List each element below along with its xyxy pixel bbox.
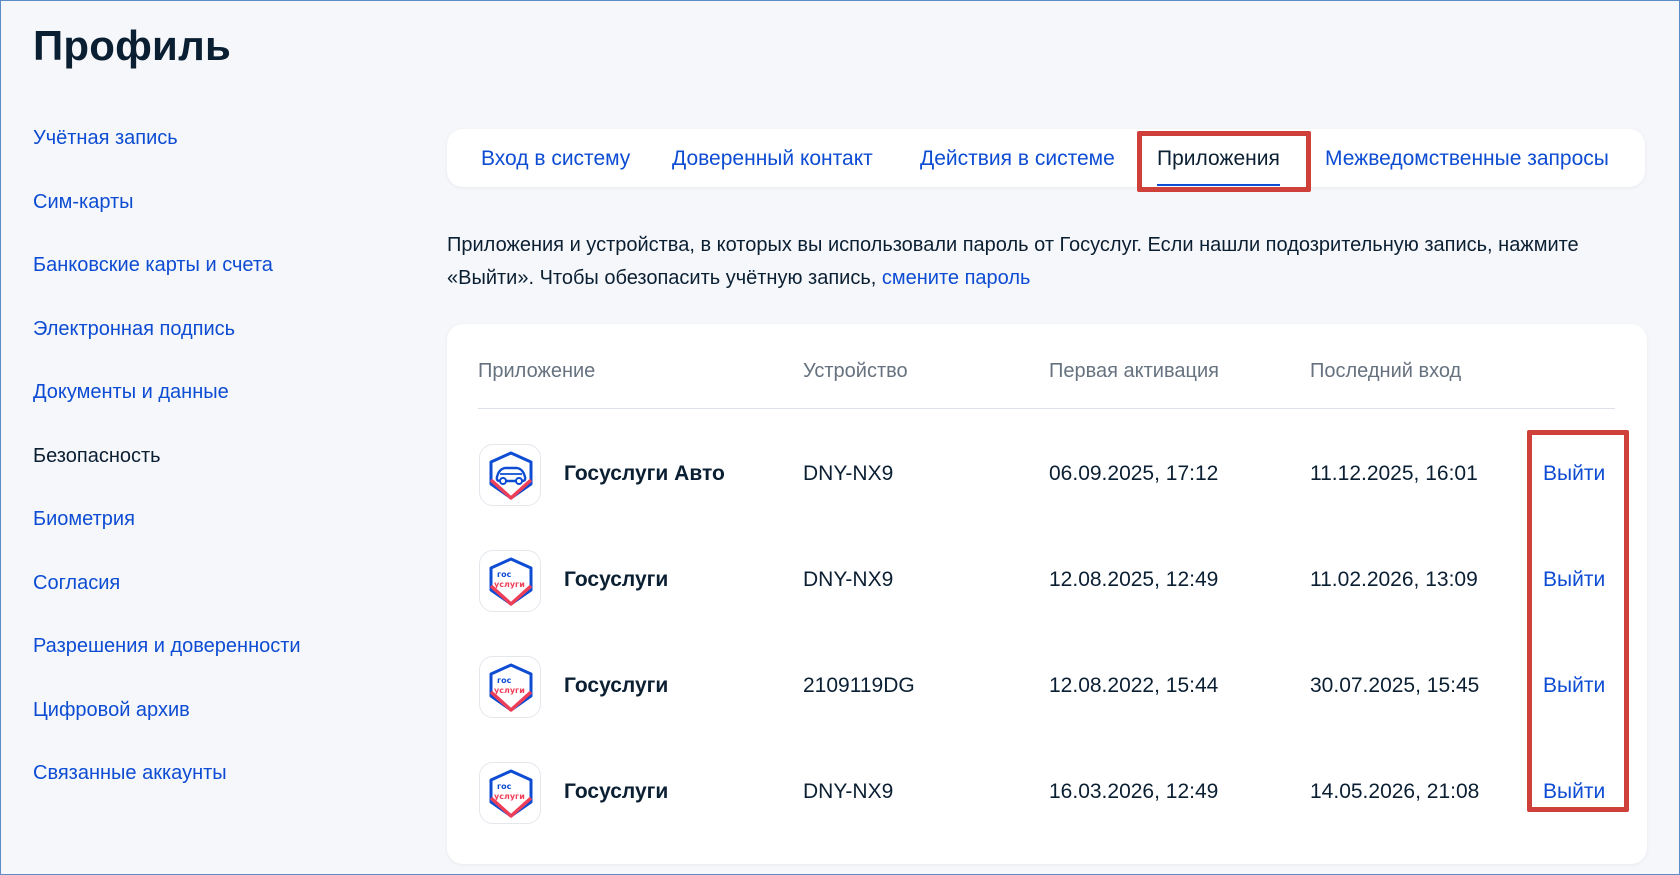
first-activation: 06.09.2025, 17:12 bbox=[1049, 462, 1219, 485]
table-row: гос услуги Госуслуги DNY-NX9 12.08.2025,… bbox=[447, 528, 1647, 634]
last-login: 11.12.2025, 16:01 bbox=[1310, 462, 1478, 485]
tab-system-actions[interactable]: Действия в системе bbox=[920, 129, 1115, 187]
last-login: 14.05.2026, 21:08 bbox=[1310, 780, 1480, 803]
app-name: Госуслуги bbox=[564, 780, 669, 803]
sidebar-item-bank-cards[interactable]: Банковские карты и счета bbox=[33, 255, 393, 319]
table-row: Госуслуги Авто DNY-NX9 06.09.2025, 17:12… bbox=[447, 422, 1647, 528]
table-row: гос услуги Госуслуги 2109119DG 12.08.202… bbox=[447, 634, 1647, 740]
description: Приложения и устройства, в которых вы ис… bbox=[447, 229, 1647, 295]
gos-icon-text-top: гос bbox=[497, 676, 512, 685]
device-name: DNY-NX9 bbox=[803, 780, 894, 803]
gosuslugi-icon: гос услуги bbox=[479, 550, 541, 612]
gosuslugi-icon: гос услуги bbox=[479, 762, 541, 824]
page-title: Профиль bbox=[33, 22, 231, 69]
gos-icon-text-bottom: услуги bbox=[494, 686, 525, 695]
tab-trusted-contact[interactable]: Доверенный контакт bbox=[672, 129, 873, 187]
sidebar-item-security[interactable]: Безопасность bbox=[33, 446, 393, 510]
app-name: Госуслуги bbox=[564, 674, 669, 697]
sidebar-item-consents[interactable]: Согласия bbox=[33, 573, 393, 637]
gos-icon-text-bottom: услуги bbox=[494, 580, 525, 589]
logout-highlight-frame bbox=[1527, 430, 1629, 812]
table-row: гос услуги Госуслуги DNY-NX9 16.03.2026,… bbox=[447, 740, 1647, 846]
device-name: 2109119DG bbox=[803, 674, 915, 697]
sidebar-item-biometrics[interactable]: Биометрия bbox=[33, 509, 393, 573]
device-name: DNY-NX9 bbox=[803, 462, 894, 485]
column-header-device: Устройство bbox=[803, 360, 908, 382]
column-header-app: Приложение bbox=[478, 360, 596, 382]
gos-icon-text-top: гос bbox=[497, 782, 512, 791]
sidebar-item-documents[interactable]: Документы и данные bbox=[33, 382, 393, 446]
app-name: Госуслуги Авто bbox=[564, 462, 725, 485]
first-activation: 12.08.2022, 15:44 bbox=[1049, 674, 1219, 697]
device-name: DNY-NX9 bbox=[803, 568, 894, 591]
tab-highlight-frame bbox=[1137, 131, 1311, 192]
last-login: 30.07.2025, 15:45 bbox=[1310, 674, 1480, 697]
tab-interagency-requests[interactable]: Межведомственные запросы bbox=[1325, 129, 1609, 187]
sidebar: Учётная запись Сим-карты Банковские карт… bbox=[33, 128, 393, 827]
gos-icon-text-top: гос bbox=[497, 570, 512, 579]
last-login: 11.02.2026, 13:09 bbox=[1310, 568, 1478, 591]
first-activation: 16.03.2026, 12:49 bbox=[1049, 780, 1219, 803]
first-activation: 12.08.2025, 12:49 bbox=[1049, 568, 1219, 591]
app-name: Госуслуги bbox=[564, 568, 669, 591]
sidebar-item-sim-cards[interactable]: Сим-карты bbox=[33, 192, 393, 256]
sidebar-item-linked-accounts[interactable]: Связанные аккаунты bbox=[33, 763, 393, 827]
gosuslugi-auto-icon bbox=[479, 444, 541, 506]
gosuslugi-icon: гос услуги bbox=[479, 656, 541, 718]
applications-table: Приложение Устройство Первая активация П… bbox=[447, 324, 1647, 864]
table-divider bbox=[478, 408, 1615, 409]
sidebar-item-e-signature[interactable]: Электронная подпись bbox=[33, 319, 393, 383]
sidebar-item-account[interactable]: Учётная запись bbox=[33, 128, 393, 192]
column-header-last-login: Последний вход bbox=[1310, 360, 1462, 382]
sidebar-item-digital-archive[interactable]: Цифровой архив bbox=[33, 700, 393, 764]
change-password-link[interactable]: смените пароль bbox=[882, 267, 1031, 289]
tabs-bar: Вход в систему Доверенный контакт Действ… bbox=[447, 129, 1645, 187]
sidebar-item-permissions[interactable]: Разрешения и доверенности bbox=[33, 636, 393, 700]
gos-icon-text-bottom: услуги bbox=[494, 792, 525, 801]
tab-login[interactable]: Вход в систему bbox=[481, 129, 630, 187]
column-header-first-activation: Первая активация bbox=[1049, 360, 1219, 382]
